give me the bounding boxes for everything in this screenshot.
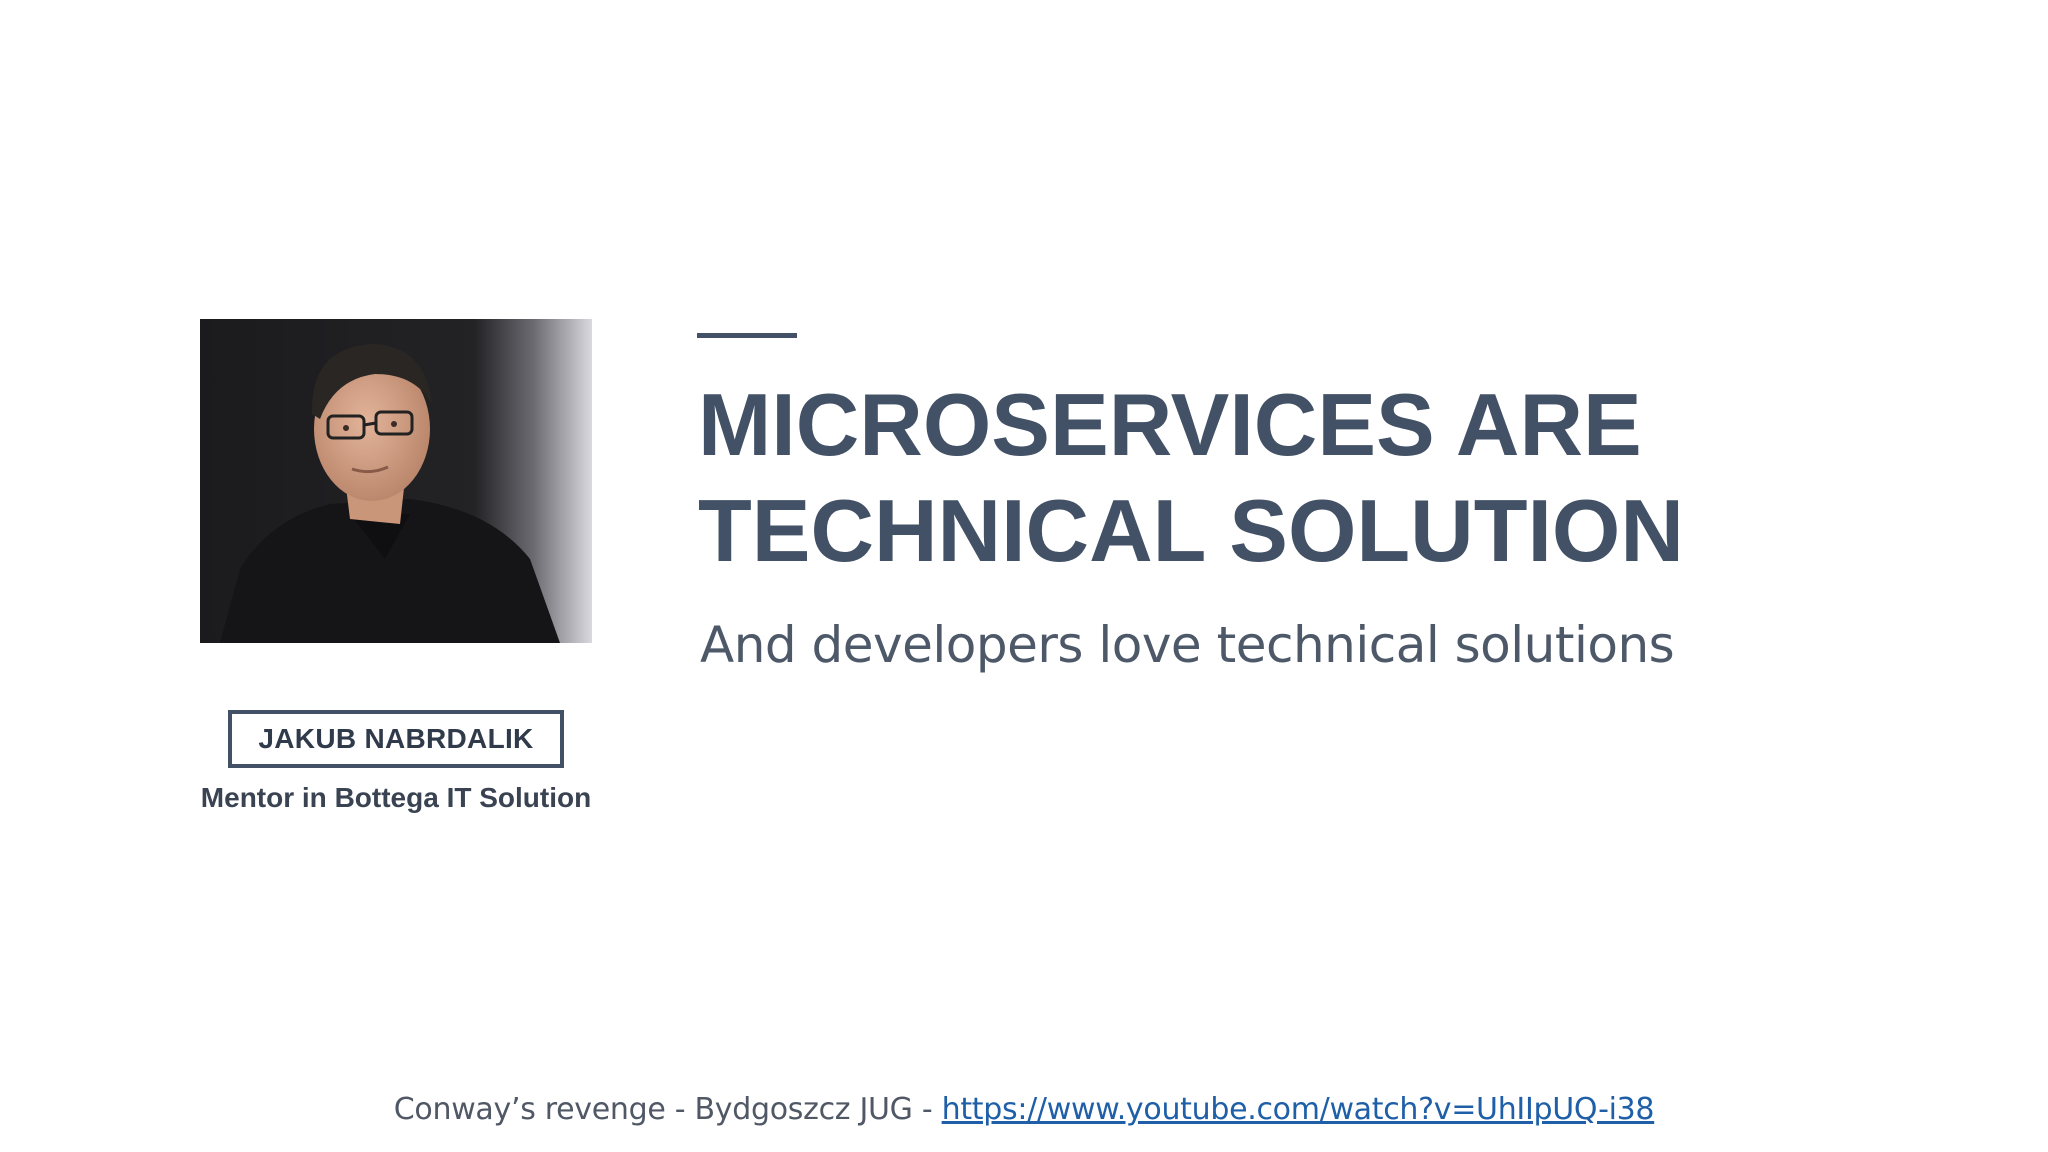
footer-video-link[interactable]: https://www.youtube.com/watch?v=UhIIpUQ-… xyxy=(942,1092,1655,1127)
speaker-name-box: JAKUB NABRDALIK xyxy=(228,710,564,768)
slide: JAKUB NABRDALIK Mentor in Bottega IT Sol… xyxy=(0,0,2048,1152)
footer-caption: Conway’s revenge - Bydgoszcz JUG - https… xyxy=(0,1092,2048,1127)
slide-title: MICROSERVICES ARE TECHNICAL SOLUTION xyxy=(698,372,1898,584)
speaker-name: JAKUB NABRDALIK xyxy=(258,723,534,754)
title-accent-bar xyxy=(697,333,797,338)
slide-title-line-2: TECHNICAL SOLUTION xyxy=(698,481,1684,580)
speaker-role: Mentor in Bottega IT Solution xyxy=(200,782,592,813)
slide-subtitle: And developers love technical solutions xyxy=(700,616,1675,674)
footer-text: Conway’s revenge - Bydgoszcz JUG - xyxy=(393,1092,942,1127)
speaker-photo xyxy=(200,319,592,643)
slide-title-line-1: MICROSERVICES ARE xyxy=(698,375,1642,474)
